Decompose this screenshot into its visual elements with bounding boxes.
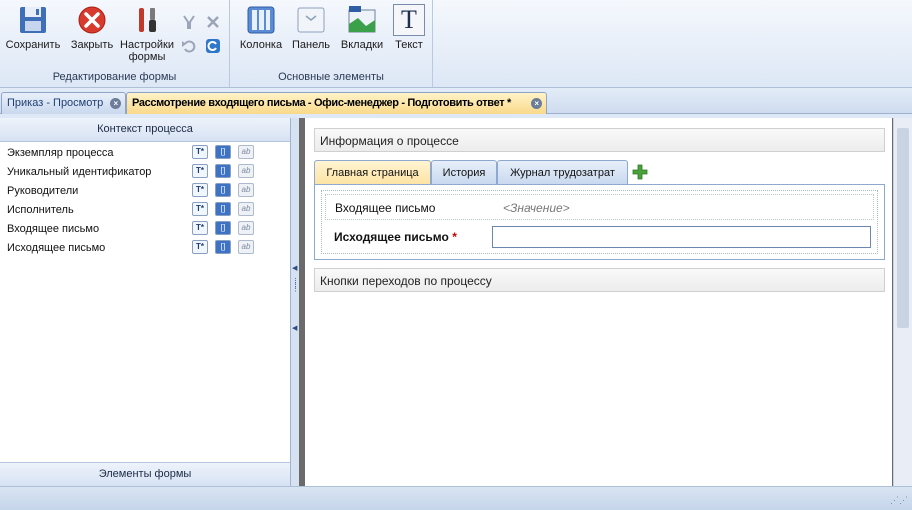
document-tabs-bar: Приказ - Просмотр × Рассмотрение входяще… xyxy=(0,88,912,114)
context-item[interactable]: Входящее письмо T* [] ab xyxy=(0,219,290,238)
close-label: Закрыть xyxy=(70,39,114,51)
tools-icon xyxy=(139,8,156,32)
splitter-grip-icon: ⋮ ⋮ ⋮ xyxy=(292,278,299,293)
column-type-icon[interactable]: [] xyxy=(215,202,231,216)
text-type-icon[interactable]: T* xyxy=(192,240,208,254)
text-button[interactable]: T Текст xyxy=(390,4,428,51)
column-label: Колонка xyxy=(239,39,283,51)
label-type-icon[interactable]: ab xyxy=(238,202,254,216)
filter-icon[interactable] xyxy=(181,14,197,30)
incoming-letter-row[interactable]: Входящее письмо <Значение> xyxy=(325,194,874,220)
form-canvas: Информация о процессе Главная страница И… xyxy=(305,118,892,486)
doc-tab-label: Рассмотрение входящего письма - Офис-мен… xyxy=(132,97,511,109)
incoming-letter-value: <Значение> xyxy=(503,201,570,215)
form-elements-header[interactable]: Элементы формы xyxy=(0,462,290,486)
process-buttons-section[interactable]: Кнопки переходов по процессу xyxy=(314,268,885,292)
collapse-arrow-icon[interactable]: ◀ xyxy=(292,264,297,272)
label-type-icon[interactable]: ab xyxy=(238,240,254,254)
form-designer-area: Информация о процессе Главная страница И… xyxy=(299,118,912,486)
label-type-icon[interactable]: ab xyxy=(238,145,254,159)
tabs-label: Вкладки xyxy=(340,39,384,51)
tabs-icon xyxy=(348,6,376,33)
tab-history[interactable]: История xyxy=(431,160,497,185)
redo-icon[interactable] xyxy=(205,38,221,54)
context-item[interactable]: Экземпляр процесса T* [] ab xyxy=(0,143,290,162)
context-item[interactable]: Исходящее письмо T* [] ab xyxy=(0,238,290,257)
column-type-icon[interactable]: [] xyxy=(215,145,231,159)
panel-button[interactable]: Панель xyxy=(290,4,332,51)
column-type-icon[interactable]: [] xyxy=(215,221,231,235)
text-label: Текст xyxy=(395,39,423,51)
column-type-icon[interactable]: [] xyxy=(215,183,231,197)
process-context-header[interactable]: Контекст процесса xyxy=(0,118,290,142)
column-button[interactable]: Колонка xyxy=(238,4,284,51)
doc-tab-incoming-letter[interactable]: Рассмотрение входящего письма - Офис-мен… xyxy=(126,92,547,114)
outgoing-letter-label-text: Исходящее письмо xyxy=(334,230,449,244)
delete-icon[interactable] xyxy=(205,14,221,30)
ribbon-group-title: Основные элементы xyxy=(278,71,384,83)
add-tab-icon[interactable] xyxy=(632,164,648,180)
label-type-icon[interactable]: ab xyxy=(238,183,254,197)
process-context-panel: Контекст процесса Экземпляр процесса T* … xyxy=(0,118,291,486)
doc-tab-order-view[interactable]: Приказ - Просмотр × xyxy=(1,92,127,114)
form-settings-label: Настройки xyxy=(120,39,174,51)
outgoing-letter-field[interactable] xyxy=(492,226,871,248)
text-type-icon[interactable]: T* xyxy=(192,164,208,178)
context-item-label: Экземпляр процесса xyxy=(7,147,114,159)
label-type-icon[interactable]: ab xyxy=(238,164,254,178)
tab-main-page[interactable]: Главная страница xyxy=(314,160,431,185)
vertical-scrollbar[interactable] xyxy=(893,118,912,486)
text-type-icon[interactable]: T* xyxy=(192,183,208,197)
scrollbar-thumb[interactable] xyxy=(897,128,909,328)
ribbon-toolbar: Сохранить Закрыть Настройки формы Редакт… xyxy=(0,0,912,88)
text-type-icon[interactable]: T* xyxy=(192,202,208,216)
save-label: Сохранить xyxy=(5,39,61,51)
ribbon-group-title: Редактирование формы xyxy=(52,71,177,83)
close-button[interactable]: Закрыть xyxy=(66,4,118,51)
outgoing-letter-label: Исходящее письмо * xyxy=(334,230,457,244)
context-item[interactable]: Исполнитель T* [] ab xyxy=(0,200,290,219)
panel-icon xyxy=(297,7,325,33)
close-tab-icon[interactable]: × xyxy=(110,98,122,109)
fields-container: Входящее письмо <Значение> Исходящее пис… xyxy=(321,190,878,254)
save-icon xyxy=(20,7,46,33)
label-type-icon[interactable]: ab xyxy=(238,221,254,235)
context-item-label: Входящее письмо xyxy=(7,223,100,235)
process-info-section[interactable]: Информация о процессе xyxy=(314,128,885,152)
resize-grip-icon[interactable]: ⋰⋰ xyxy=(890,495,908,506)
panel-label: Панель xyxy=(291,39,330,51)
context-item-label: Исполнитель xyxy=(7,204,74,216)
context-item-label: Уникальный идентификатор xyxy=(7,166,152,178)
form-settings-label-2: формы xyxy=(128,51,166,63)
text-type-icon[interactable]: T* xyxy=(192,145,208,159)
tab-time-log[interactable]: Журнал трудозатрат xyxy=(497,160,628,185)
close-icon xyxy=(78,6,106,34)
context-item[interactable]: Уникальный идентификатор T* [] ab xyxy=(0,162,290,181)
context-item-label: Руководители xyxy=(7,185,79,197)
column-icon xyxy=(247,6,275,34)
ribbon-group-basic-elements: Колонка Панель Вкладки T Текст Основные … xyxy=(230,0,433,87)
status-bar: ⋰⋰ xyxy=(0,486,912,510)
incoming-letter-label: Входящее письмо xyxy=(335,201,436,215)
close-tab-icon[interactable]: × xyxy=(531,98,542,109)
undo-icon[interactable] xyxy=(181,38,197,54)
doc-tab-label: Приказ - Просмотр xyxy=(7,97,104,109)
panel-splitter[interactable]: ◀ ⋮ ⋮ ⋮ ◀ xyxy=(291,118,299,486)
text-type-icon[interactable]: T* xyxy=(192,221,208,235)
text-icon: T xyxy=(393,4,425,36)
save-button[interactable]: Сохранить xyxy=(4,4,62,51)
context-item-label: Исходящее письмо xyxy=(7,242,106,254)
tab-content: Входящее письмо <Значение> Исходящее пис… xyxy=(314,184,885,260)
collapse-arrow-icon[interactable]: ◀ xyxy=(292,324,297,332)
column-type-icon[interactable]: [] xyxy=(215,164,231,178)
required-marker: * xyxy=(452,230,457,244)
context-item[interactable]: Руководители T* [] ab xyxy=(0,181,290,200)
tabs-button[interactable]: Вкладки xyxy=(336,4,388,51)
ribbon-group-form-editing: Сохранить Закрыть Настройки формы Редакт… xyxy=(0,0,230,87)
column-type-icon[interactable]: [] xyxy=(215,240,231,254)
form-settings-button[interactable]: Настройки формы xyxy=(118,4,176,63)
